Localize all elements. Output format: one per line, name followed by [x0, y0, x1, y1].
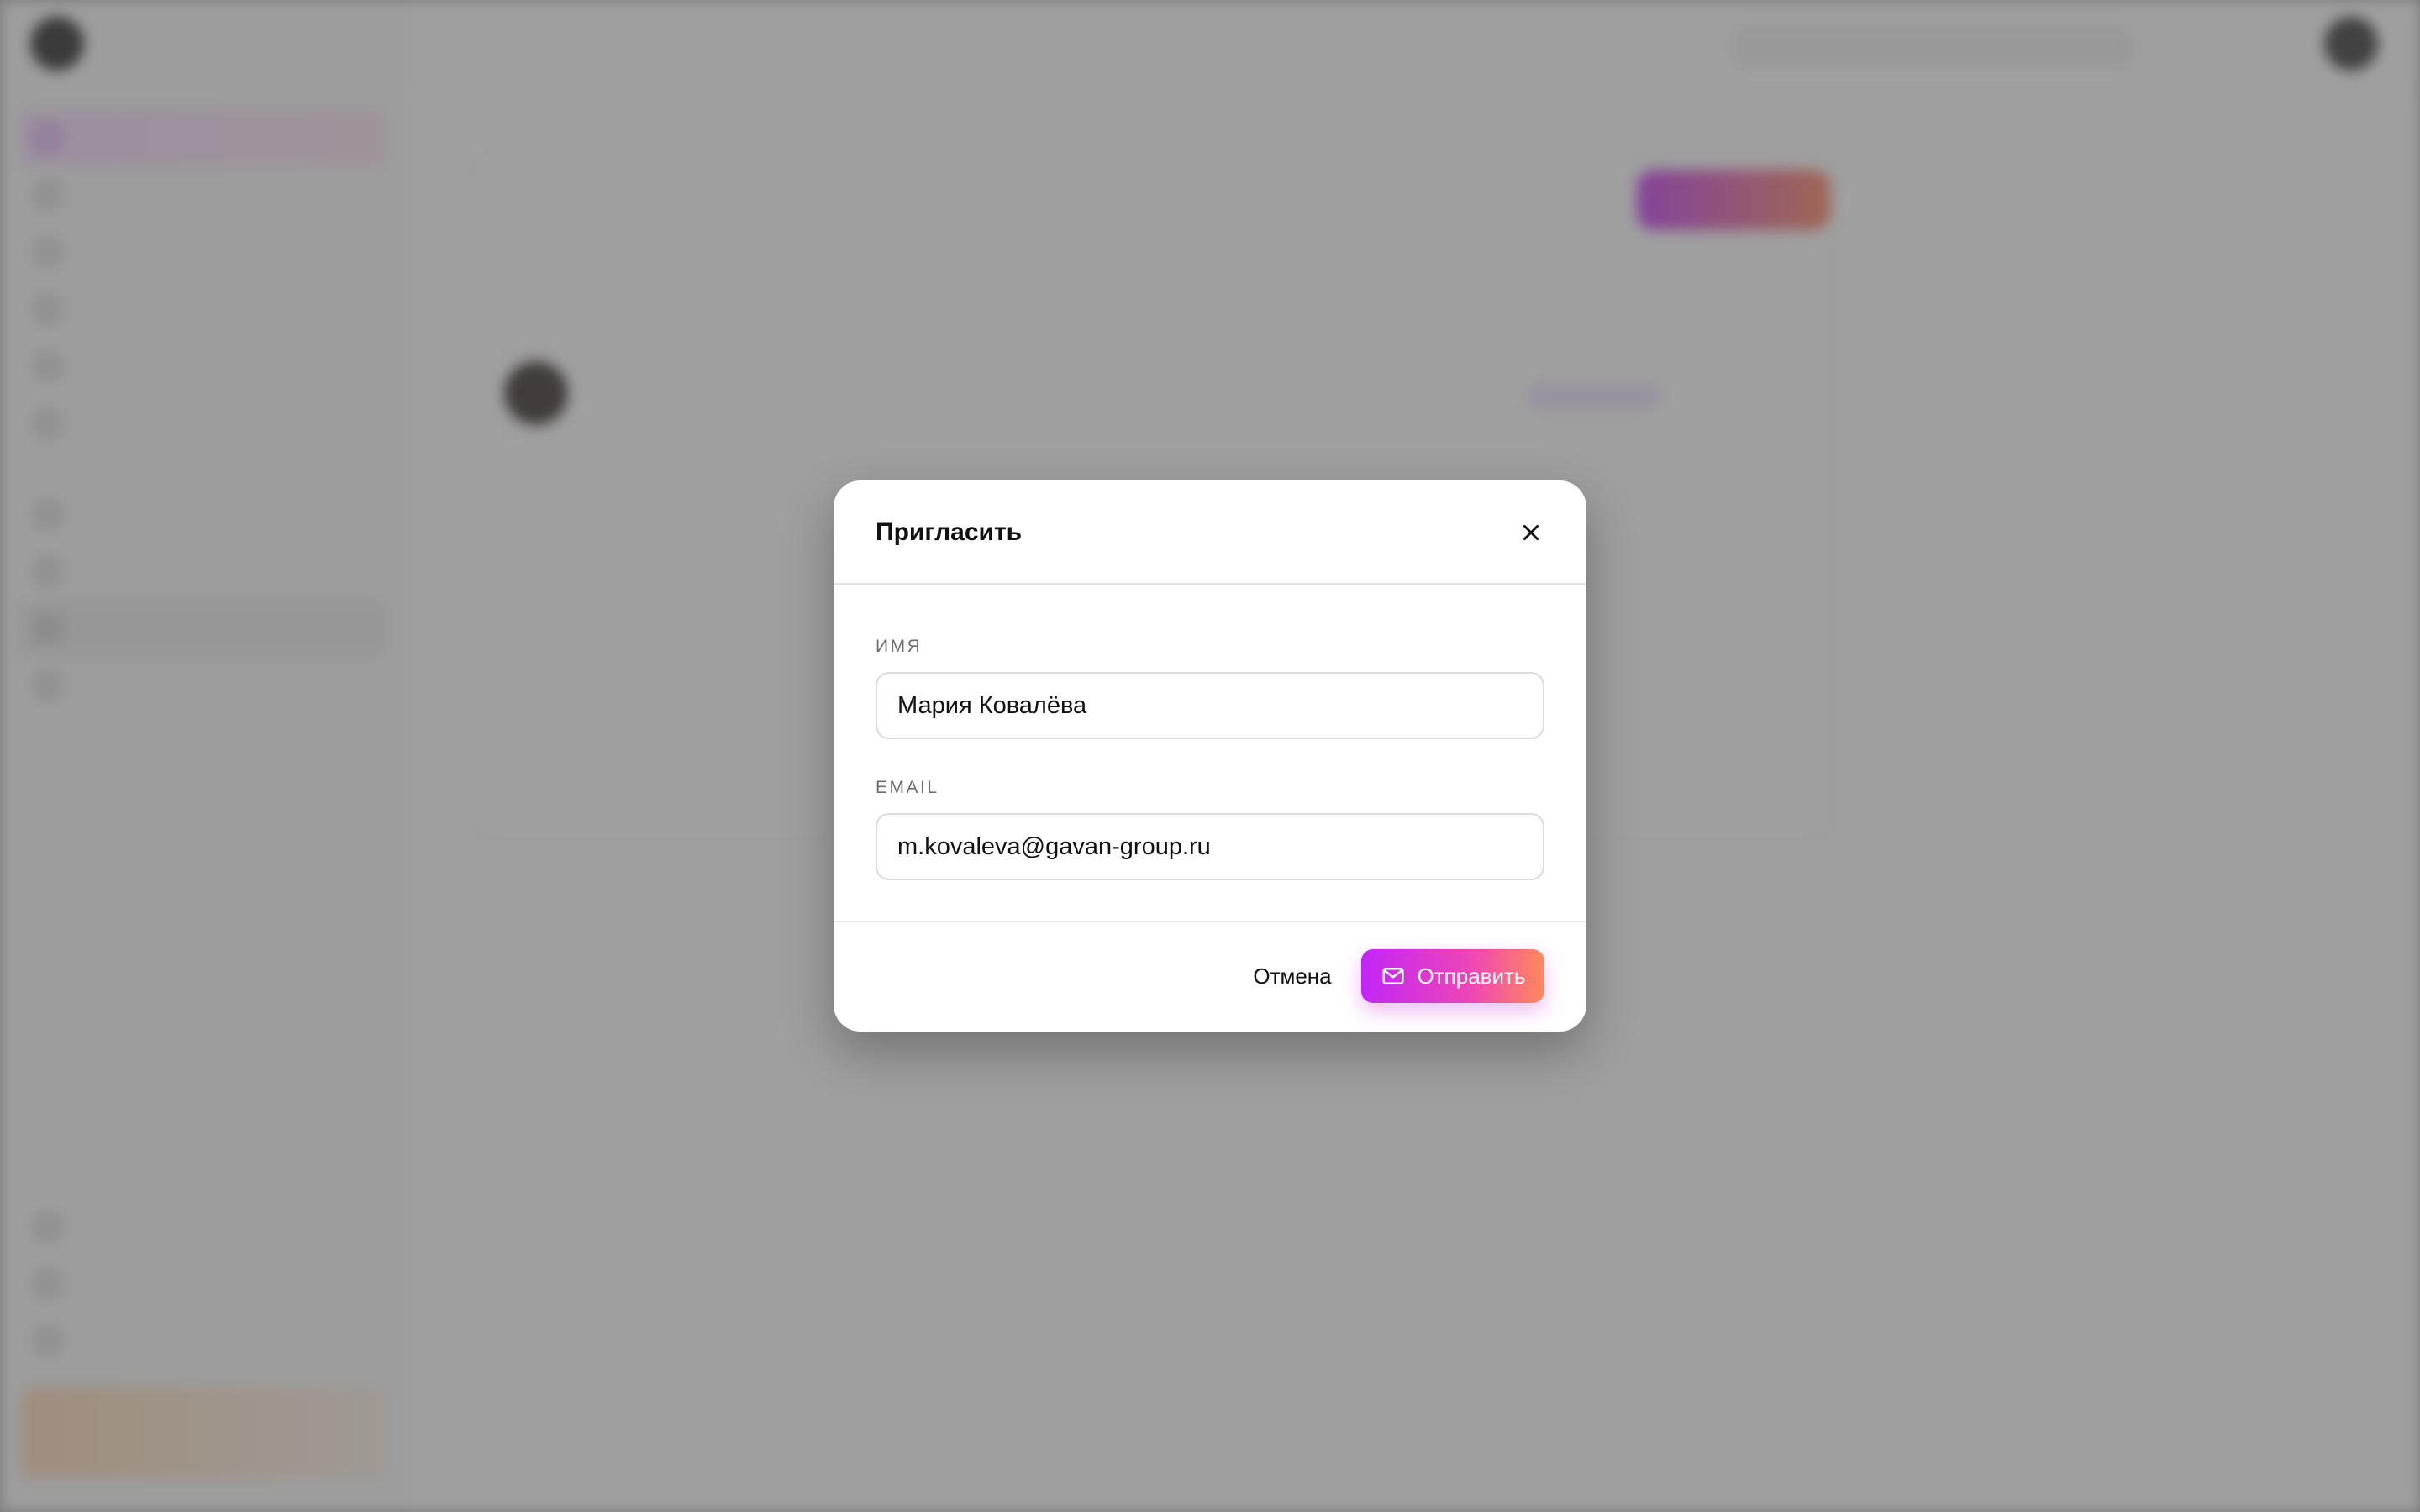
send-button-label: Отправить — [1417, 963, 1526, 989]
close-button[interactable] — [1509, 511, 1553, 554]
email-field[interactable] — [876, 813, 1544, 880]
mail-icon — [1382, 968, 1404, 984]
name-field[interactable] — [876, 672, 1544, 739]
invite-dialog: Пригласить ИМЯ EMAIL Отмена Отправить — [834, 480, 1586, 1032]
send-button[interactable]: Отправить — [1361, 949, 1544, 1003]
page: Пригласить ИМЯ EMAIL Отмена Отправить — [0, 0, 2420, 1512]
name-label: ИМЯ — [876, 637, 923, 656]
dialog-title: Пригласить — [876, 518, 1023, 546]
cancel-button[interactable]: Отмена — [1239, 949, 1346, 1003]
close-icon — [1523, 525, 1539, 540]
dialog-header: Пригласить — [834, 480, 1586, 585]
email-label: EMAIL — [876, 778, 939, 797]
dialog-footer: Отмена Отправить — [834, 921, 1586, 1032]
